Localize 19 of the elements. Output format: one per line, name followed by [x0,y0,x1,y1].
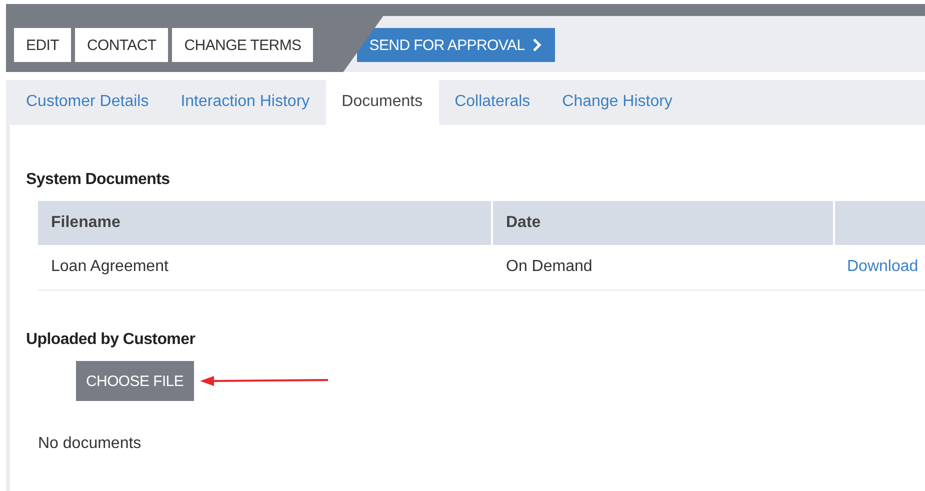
choose-file-button[interactable]: CHOOSE FILE [76,361,194,401]
tab[interactable]: Change History [546,80,688,125]
toolbar-button[interactable]: EDIT [14,28,71,62]
empty-message: No documents [38,435,142,453]
tab[interactable]: Interaction History [164,80,326,125]
send-for-approval-button[interactable]: SEND FOR APPROVAL [357,28,555,62]
column-header: Filename [38,201,493,245]
section-heading: Uploaded by Customer [26,331,196,349]
toolbar-button[interactable]: CHANGE TERMS [172,28,314,62]
chevron-right-icon [532,38,542,52]
column-header: Date [493,201,835,245]
table-cell: On Demand [493,245,835,289]
section-heading: System Documents [26,171,171,189]
tab[interactable]: Customer Details [10,80,165,125]
tab[interactable]: Documents [326,80,439,125]
toolbar-button[interactable]: CONTACT [74,28,168,62]
download-link[interactable]: Download [847,258,918,275]
tab[interactable]: Collaterals [438,80,546,125]
table-cell: Loan Agreement [38,245,493,289]
